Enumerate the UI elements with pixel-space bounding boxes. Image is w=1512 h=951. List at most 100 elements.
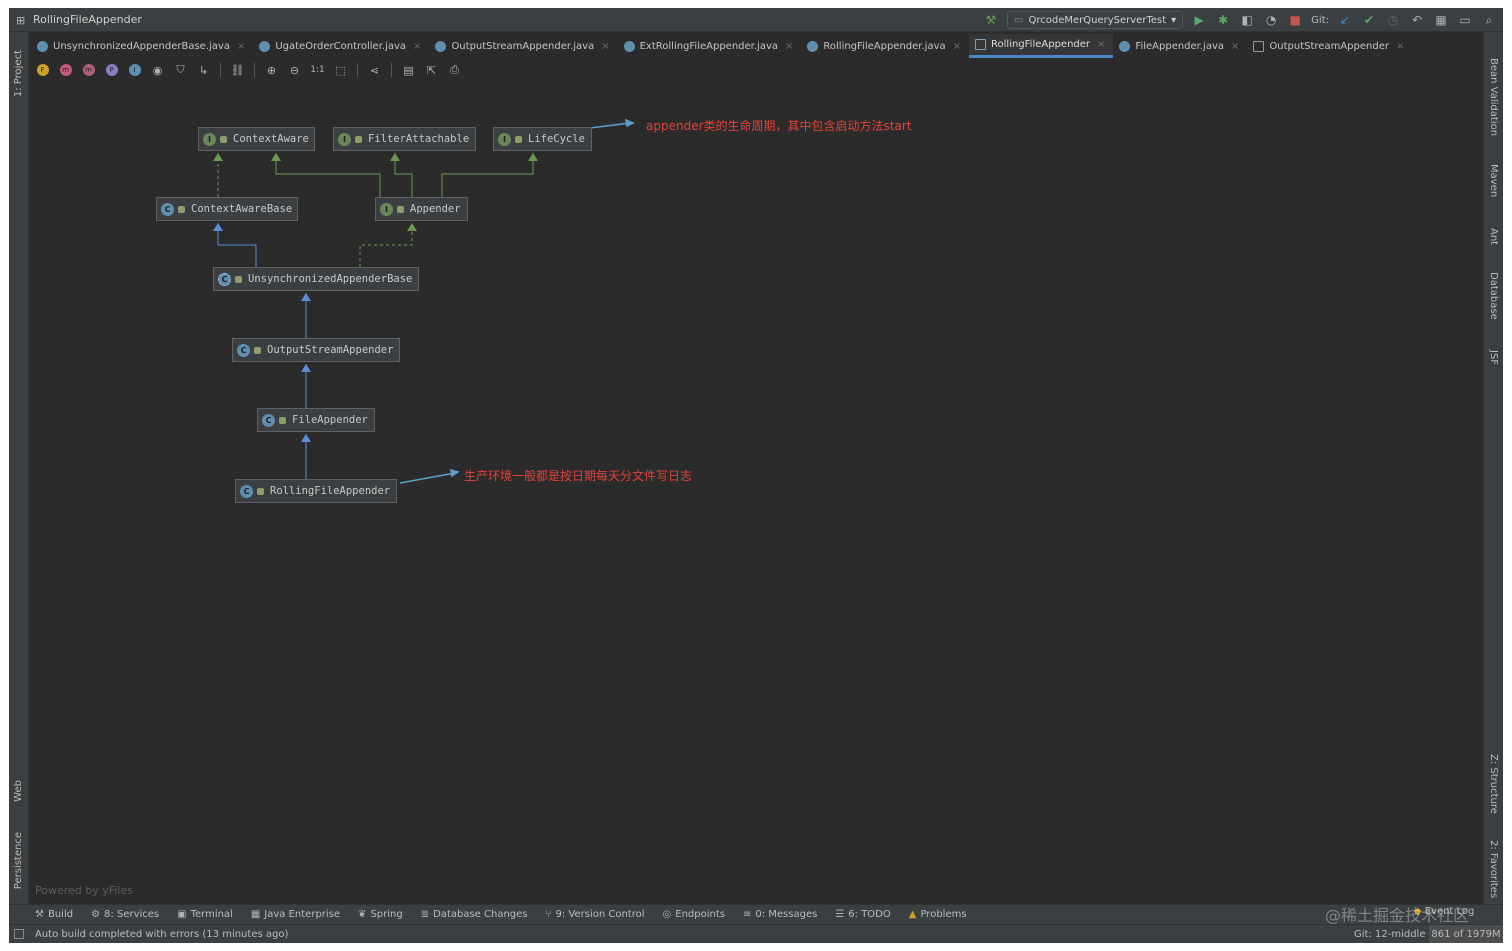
debug-icon[interactable]: ✱	[1215, 12, 1231, 28]
close-icon[interactable]: ×	[237, 41, 245, 52]
filter-icon[interactable]: ⛉	[172, 62, 189, 79]
git-commit-icon[interactable]: ✔	[1361, 12, 1377, 28]
tab-extrollingfileappender-java[interactable]: ExtRollingFileAppender.java ×	[618, 34, 802, 58]
diagram-icon: ⊞	[16, 14, 26, 27]
git-history-icon[interactable]: ◷	[1385, 12, 1401, 28]
fields-toggle-icon[interactable]: F	[34, 62, 51, 79]
close-icon[interactable]: ×	[953, 41, 961, 52]
arrow-appender	[407, 223, 417, 231]
left-tool-strip: 1: Project Web Persistence	[9, 32, 29, 904]
close-icon[interactable]: ×	[1231, 41, 1239, 52]
tool-button-9-version-control[interactable]: ⑂ 9: Version Control	[546, 909, 645, 920]
eye-icon[interactable]: ◉	[149, 62, 166, 79]
profile-icon[interactable]: ◔	[1263, 12, 1279, 28]
database-tool-button[interactable]: Database	[1488, 272, 1499, 320]
diagram-canvas[interactable]: I ContextAware I FilterAttachable I Life…	[30, 81, 1482, 904]
class-node-contextawarebase[interactable]: C ContextAwareBase	[156, 197, 298, 221]
persistence-tool-button[interactable]: Persistence	[13, 832, 24, 889]
coverage-icon[interactable]: ◧	[1239, 12, 1255, 28]
properties-toggle-icon[interactable]: P	[103, 62, 120, 79]
actual-size-icon[interactable]: 1:1	[309, 62, 326, 79]
inner-classes-toggle-icon[interactable]: I	[126, 62, 143, 79]
class-node-fileappender[interactable]: C FileAppender	[257, 408, 375, 432]
ant-tool-button[interactable]: Ant	[1488, 228, 1499, 245]
tab-outputstreamappender-java[interactable]: OutputStreamAppender.java ×	[429, 34, 617, 58]
git-branch-widget[interactable]: Git: 12-middle	[1354, 929, 1425, 940]
close-icon[interactable]: ×	[1097, 39, 1105, 50]
tab-label: RollingFileAppender.java	[823, 40, 946, 52]
class-node-lifecycle[interactable]: I LifeCycle	[493, 127, 592, 151]
powered-by-label: Powered by yFiles	[35, 884, 133, 897]
web-tool-button[interactable]: Web	[13, 780, 24, 802]
export-icon[interactable]: ⇱	[423, 62, 440, 79]
save-icon[interactable]: ▤	[400, 62, 417, 79]
project-tool-button[interactable]: 1: Project	[13, 50, 24, 97]
build-hammer-icon[interactable]: ⚒	[983, 12, 999, 28]
class-node-filterattachable[interactable]: I FilterAttachable	[333, 127, 476, 151]
constructors-toggle-icon[interactable]: m	[57, 62, 74, 79]
tool-button-spring[interactable]: ❦ Spring	[358, 909, 403, 920]
bean-validation-tool-button[interactable]: Bean Validation	[1488, 58, 1499, 136]
close-icon[interactable]: ×	[785, 41, 793, 52]
tab-fileappender-java[interactable]: FileAppender.java ×	[1113, 34, 1247, 58]
tab-rollingfileappender-java[interactable]: RollingFileAppender.java ×	[801, 34, 969, 58]
memory-indicator[interactable]: 861 of 1979M	[1429, 925, 1503, 943]
print-icon[interactable]: ⎙	[446, 62, 463, 79]
stop-icon[interactable]: ■	[1287, 12, 1303, 28]
search-icon[interactable]: ⌕	[1481, 12, 1497, 28]
class-icon: C	[240, 484, 253, 498]
editor-tabs: UnsynchronizedAppenderBase.java × UgateOrd…	[31, 34, 1412, 58]
class-node-contextaware[interactable]: I ContextAware	[198, 127, 315, 151]
link-icon[interactable]: ⛓	[229, 62, 246, 79]
tool-button-terminal[interactable]: ▣ Terminal	[177, 909, 233, 920]
close-icon[interactable]: ×	[413, 41, 421, 52]
maven-tool-button[interactable]: Maven	[1488, 164, 1499, 197]
zoom-in-icon[interactable]: ⊕	[263, 62, 280, 79]
class-node-unsynchronizedappenderbase[interactable]: C UnsynchronizedAppenderBase	[213, 267, 419, 291]
run-icon[interactable]: ▶	[1191, 12, 1207, 28]
diagram-icon	[1253, 40, 1265, 52]
fit-content-icon[interactable]: ⬚	[332, 62, 349, 79]
note-arrow-lifecycle-head	[625, 118, 635, 128]
jsf-tool-button[interactable]: JSF	[1488, 350, 1499, 365]
edge-route-icon[interactable]: ↳	[195, 62, 212, 79]
abstract-class-icon: C	[218, 272, 231, 286]
class-node-outputstreamappender[interactable]: C OutputStreamAppender	[232, 338, 400, 362]
structure-tool-button[interactable]: Z: Structure	[1488, 754, 1499, 814]
tool-button-6-todo[interactable]: ☰ 6: TODO	[835, 909, 890, 920]
tool-button-database-changes[interactable]: ≣ Database Changes	[421, 909, 528, 920]
public-icon	[220, 135, 227, 143]
tool-button-java-enterprise[interactable]: ▦ Java Enterprise	[251, 909, 340, 920]
methods-toggle-icon[interactable]: m	[80, 62, 97, 79]
share-icon[interactable]: ⋖	[366, 62, 383, 79]
tab-rollingfileappender[interactable]: RollingFileAppender ×	[969, 34, 1114, 58]
tool-button-label: Java Enterprise	[264, 909, 341, 920]
tool-button-endpoints[interactable]: ◎ Endpoints	[663, 909, 725, 920]
right-tool-strip: Bean Validation Maven Ant Database JSF Z…	[1483, 32, 1503, 904]
tab-outputstreamappender[interactable]: OutputStreamAppender ×	[1247, 34, 1412, 58]
class-node-rollingfileappender[interactable]: C RollingFileAppender	[235, 479, 397, 503]
zoom-out-icon[interactable]: ⊖	[286, 62, 303, 79]
tool-button-label: Problems	[920, 909, 967, 920]
favorites-tool-button[interactable]: 2: Favorites	[1488, 840, 1499, 898]
run-configuration-select[interactable]: ▭ QrcodeMerQueryServerTest ▾	[1007, 11, 1184, 29]
tab-unsynchronizedappenderbase-java[interactable]: UnsynchronizedAppenderBase.java ×	[31, 34, 253, 58]
close-icon[interactable]: ×	[1396, 41, 1404, 52]
close-icon[interactable]: ×	[601, 41, 609, 52]
toggle-tool-windows-icon[interactable]	[14, 929, 24, 939]
project-structure-icon[interactable]: ▦	[1433, 12, 1449, 28]
tool-button-8-services[interactable]: ⚙ 8: Services	[91, 909, 159, 920]
presentation-icon[interactable]: ▭	[1457, 12, 1473, 28]
class-node-appender[interactable]: I Appender	[375, 197, 468, 221]
class-icon: C	[262, 413, 275, 427]
tool-button-problems[interactable]: ▲ Problems	[909, 909, 967, 920]
interface-icon: I	[380, 202, 393, 216]
tool-button-0-messages[interactable]: ≡ 0: Messages	[743, 909, 817, 920]
tool-button-build[interactable]: ⚒ Build	[35, 909, 73, 920]
rollback-icon[interactable]: ↶	[1409, 12, 1425, 28]
tab-ugateordercontroller-java[interactable]: UgateOrderController.java ×	[253, 34, 429, 58]
tool-button-label: Database Changes	[433, 909, 528, 920]
arrow-lifecycle	[528, 153, 538, 161]
git-update-icon[interactable]: ↙	[1337, 12, 1353, 28]
arrow-filterattachable	[390, 153, 400, 161]
